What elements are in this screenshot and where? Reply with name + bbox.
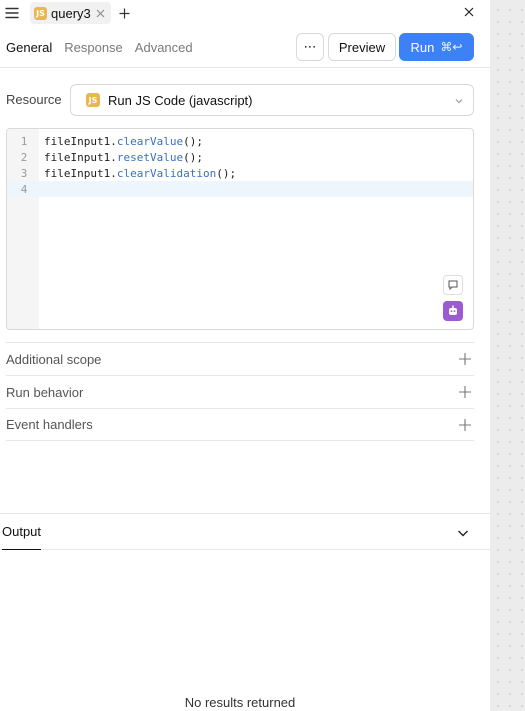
section-label: Run behavior [6, 384, 84, 400]
line-number: 3 [20, 166, 28, 180]
section-event-handlers[interactable]: Event handlers [6, 408, 474, 441]
chevron-down-icon[interactable] [456, 526, 470, 540]
js-badge-icon: JS [34, 6, 47, 20]
code-text: fileInput1.resetValue(); [44, 150, 203, 164]
section-additional-scope[interactable]: Additional scope [6, 342, 474, 375]
plus-icon[interactable] [458, 418, 472, 432]
run-label: Run [410, 39, 435, 55]
resource-value: Run JS Code (javascript) [108, 92, 253, 108]
code-method-token: clearValue [116, 134, 184, 148]
code-object-token: fileInput1 [44, 150, 111, 164]
tab-general[interactable]: General [6, 40, 52, 55]
code-object-token: fileInput1 [44, 166, 111, 180]
section-label: Additional scope [6, 351, 102, 367]
run-shortcut: ⌘↩ [440, 40, 463, 54]
line-number: 1 [20, 134, 28, 148]
code-punctuation-token: (); [216, 166, 237, 180]
code-text: fileInput1.clearValidation(); [44, 166, 237, 180]
code-object-token: fileInput1 [44, 134, 111, 148]
add-tab-icon[interactable] [115, 3, 135, 23]
code-lines: 1 fileInput1.clearValue(); 2 fileInput1.res… [7, 133, 473, 197]
code-punctuation-token: (); [183, 134, 203, 148]
code-line[interactable]: 2 fileInput1.resetValue(); [7, 149, 473, 165]
plus-icon[interactable] [458, 352, 472, 366]
empty-results-message: No results returned [184, 695, 296, 710]
query-subtab-bar: General Response Advanced ⋯ Preview Run … [0, 28, 490, 68]
resource-label: Resource [6, 92, 62, 107]
tab-output[interactable]: Output [2, 514, 42, 550]
tab-response[interactable]: Response [64, 40, 123, 55]
code-editor[interactable]: 1 fileInput1.clearValue(); 2 fileInput1.res… [6, 128, 474, 330]
output-bar: Output [0, 513, 490, 550]
code-punctuation-token: (); [183, 150, 203, 164]
code-line[interactable]: 4 [7, 181, 473, 197]
plus-icon[interactable] [458, 385, 472, 399]
code-method-token: resetValue [116, 150, 184, 164]
close-tab-icon[interactable] [95, 7, 107, 19]
run-button[interactable]: Run ⌘↩ [399, 33, 474, 61]
line-number: 4 [20, 182, 28, 196]
section-run-behavior[interactable]: Run behavior [6, 375, 474, 408]
code-line[interactable]: 3 fileInput1.clearValidation(); [7, 165, 473, 181]
canvas-background [490, 0, 525, 711]
more-icon: ⋯ [303, 39, 317, 54]
section-label: Event handlers [6, 417, 93, 432]
code-line[interactable]: 1 fileInput1.clearValue(); [7, 133, 473, 149]
more-actions-button[interactable]: ⋯ [296, 33, 324, 61]
js-resource-icon: JS [86, 93, 100, 107]
chevron-down-icon [453, 95, 465, 107]
tab-advanced[interactable]: Advanced [135, 40, 193, 55]
preview-button[interactable]: Preview [328, 33, 396, 61]
line-number: 2 [20, 150, 28, 164]
close-panel-icon[interactable] [460, 3, 478, 21]
ai-assist-icon[interactable] [443, 301, 463, 321]
code-method-token: clearValidation [116, 166, 217, 180]
resource-select[interactable]: JS Run JS Code (javascript) [70, 84, 474, 116]
code-text: fileInput1.clearValue(); [44, 134, 203, 148]
query-editor-panel: JS query3 General Response Advanced ⋯ Pr… [0, 0, 490, 711]
tab-label: query3 [51, 5, 91, 21]
comment-icon[interactable] [443, 275, 463, 295]
tab-query3[interactable]: JS query3 [30, 2, 111, 24]
hamburger-menu-icon[interactable] [0, 3, 24, 23]
query-tab-bar: JS query3 [0, 0, 490, 26]
